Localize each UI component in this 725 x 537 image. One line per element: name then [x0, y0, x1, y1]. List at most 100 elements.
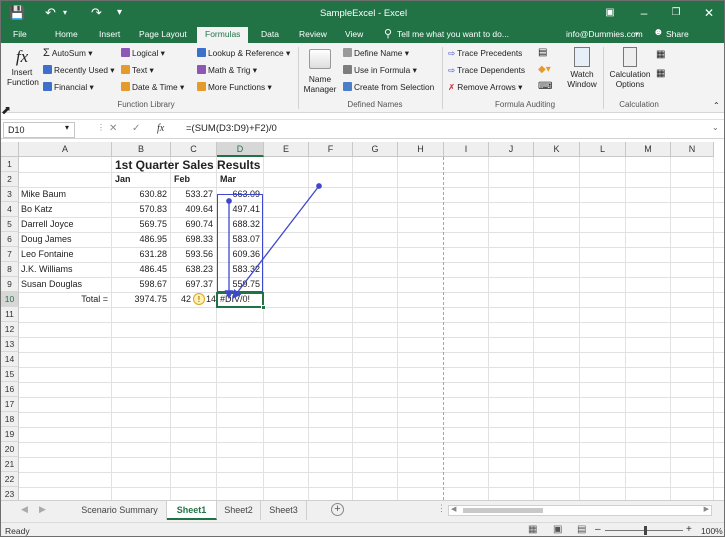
tab-review[interactable]: Review [299, 29, 327, 39]
new-sheet-icon[interactable]: + [331, 503, 344, 516]
cancel-icon[interactable]: ✕ [109, 123, 117, 134]
total-feb-tail[interactable]: 14 [206, 292, 216, 307]
row-header[interactable]: 14 [1, 352, 19, 367]
fill-handle[interactable] [261, 305, 266, 310]
tab-formulas[interactable]: Formulas [197, 27, 249, 43]
zoom-out-icon[interactable]: – [595, 524, 601, 535]
header-jan[interactable]: Jan [115, 172, 131, 187]
insert-function-button[interactable]: fx Insert Function [5, 47, 39, 87]
jan-cell[interactable]: 486.95 [112, 232, 171, 247]
close-button[interactable]: ✕ [698, 4, 720, 22]
name-cell[interactable]: Mike Baum [21, 187, 66, 202]
name-cell[interactable]: Darrell Joyce [21, 217, 74, 232]
tab-home[interactable]: Home [55, 29, 78, 39]
name-box-dropdown-icon[interactable]: ▾ [65, 123, 69, 132]
calculate-now-icon[interactable]: ▦ [656, 49, 665, 61]
total-feb[interactable]: 42 [181, 292, 191, 307]
active-cell-d10[interactable] [216, 292, 264, 308]
total-jan[interactable]: 3974.75 [112, 292, 171, 307]
column-header-b[interactable]: B [112, 142, 171, 157]
date-time-button[interactable]: Date & Time ▾ [121, 81, 184, 93]
tab-file[interactable]: File [13, 29, 27, 39]
minimize-button[interactable]: – [633, 4, 655, 22]
sheet-tab-sheet3[interactable]: Sheet3 [261, 501, 307, 520]
row-header[interactable]: 1 [1, 157, 19, 172]
jan-cell[interactable]: 598.67 [112, 277, 171, 292]
feb-cell[interactable]: 593.56 [171, 247, 217, 262]
tell-me-box[interactable]: Tell me what you want to do... [397, 29, 509, 39]
calculate-sheet-icon[interactable]: ▦ [656, 68, 665, 80]
define-name-button[interactable]: Define Name ▾ [343, 47, 409, 59]
calculation-options-button[interactable]: Calculation Options [606, 47, 654, 89]
jan-cell[interactable]: 630.82 [112, 187, 171, 202]
row-header[interactable]: 7 [1, 247, 19, 262]
column-header-h[interactable]: H [398, 142, 444, 157]
prev-sheet-icon[interactable]: ◀ [21, 504, 28, 515]
account-dropdown-icon[interactable]: ▾ [635, 30, 639, 38]
row-header[interactable]: 2 [1, 172, 19, 187]
enter-icon[interactable]: ✓ [132, 123, 140, 134]
trace-dependents-button[interactable]: ⇨ Trace Dependents [448, 64, 525, 76]
use-in-formula-button[interactable]: Use in Formula ▾ [343, 64, 417, 76]
column-header-f[interactable]: F [309, 142, 353, 157]
page-layout-view-icon[interactable]: ▣ [553, 524, 562, 535]
row-header[interactable]: 11 [1, 307, 19, 322]
row-header[interactable]: 22 [1, 472, 19, 487]
error-warning-icon[interactable]: ! [193, 293, 205, 305]
restore-button[interactable]: ❐ [665, 4, 687, 22]
name-cell[interactable]: Susan Douglas [21, 277, 82, 292]
show-formulas-icon[interactable]: ▤ [538, 47, 547, 59]
watch-window-button[interactable]: Watch Window [564, 47, 600, 89]
name-cell[interactable]: J.K. Williams [21, 262, 73, 277]
row-header[interactable]: 5 [1, 217, 19, 232]
scrollbar-thumb[interactable] [463, 508, 543, 513]
name-cell[interactable]: Doug James [21, 232, 72, 247]
expand-formula-icon[interactable]: ⌄ [712, 123, 719, 132]
name-cell[interactable]: Leo Fontaine [21, 247, 74, 262]
tab-data[interactable]: Data [261, 29, 279, 39]
column-header-l[interactable]: L [580, 142, 626, 157]
horizontal-scrollbar[interactable]: ◀ ▶ [448, 505, 712, 516]
evaluate-formula-icon[interactable]: ⌨ [538, 81, 552, 93]
row-header[interactable]: 15 [1, 367, 19, 382]
row-header[interactable]: 3 [1, 187, 19, 202]
row-header[interactable]: 20 [1, 442, 19, 457]
zoom-slider-thumb[interactable] [644, 526, 647, 535]
column-header-d[interactable]: D [217, 142, 264, 157]
math-trig-button[interactable]: Math & Trig ▾ [197, 64, 257, 76]
autosum-button[interactable]: Σ AutoSum ▾ [43, 47, 92, 59]
row-header[interactable]: 19 [1, 427, 19, 442]
feb-cell[interactable]: 698.33 [171, 232, 217, 247]
logical-button[interactable]: Logical ▾ [121, 47, 165, 59]
column-header-i[interactable]: I [444, 142, 489, 157]
row-header[interactable]: 13 [1, 337, 19, 352]
sheet-tab-sheet1[interactable]: Sheet1 [167, 501, 217, 520]
row-header[interactable]: 10 [1, 292, 19, 307]
header-mar[interactable]: Mar [220, 172, 236, 187]
header-feb[interactable]: Feb [174, 172, 190, 187]
more-functions-button[interactable]: More Functions ▾ [197, 81, 272, 93]
column-header-c[interactable]: C [171, 142, 217, 157]
column-header-m[interactable]: M [626, 142, 671, 157]
normal-view-icon[interactable]: ▦ [528, 524, 537, 535]
tab-view[interactable]: View [345, 29, 363, 39]
insert-function-icon[interactable]: fx [157, 123, 164, 134]
create-from-selection-button[interactable]: Create from Selection [343, 81, 434, 93]
select-all-corner[interactable] [1, 142, 19, 157]
sheet-tab-sheet2[interactable]: Sheet2 [217, 501, 261, 520]
feb-cell[interactable]: 690.74 [171, 217, 217, 232]
splitter-icon[interactable]: ⋮ [437, 503, 446, 514]
trace-precedents-button[interactable]: ⇨ Trace Precedents [448, 47, 522, 59]
error-checking-icon[interactable]: ◆▾ [538, 64, 551, 76]
column-header-k[interactable]: K [534, 142, 580, 157]
jan-cell[interactable]: 569.75 [112, 217, 171, 232]
financial-button[interactable]: Financial ▾ [43, 81, 94, 93]
text-button[interactable]: Text ▾ [121, 64, 154, 76]
name-manager-button[interactable]: Name Manager [301, 49, 339, 94]
collapse-ribbon-icon[interactable]: ⌃ [713, 100, 720, 112]
total-label[interactable]: Total = [19, 292, 112, 307]
scroll-left-icon[interactable]: ◀ [451, 505, 456, 513]
row-header[interactable]: 18 [1, 412, 19, 427]
zoom-in-icon[interactable]: + [686, 524, 692, 535]
jan-cell[interactable]: 570.83 [112, 202, 171, 217]
